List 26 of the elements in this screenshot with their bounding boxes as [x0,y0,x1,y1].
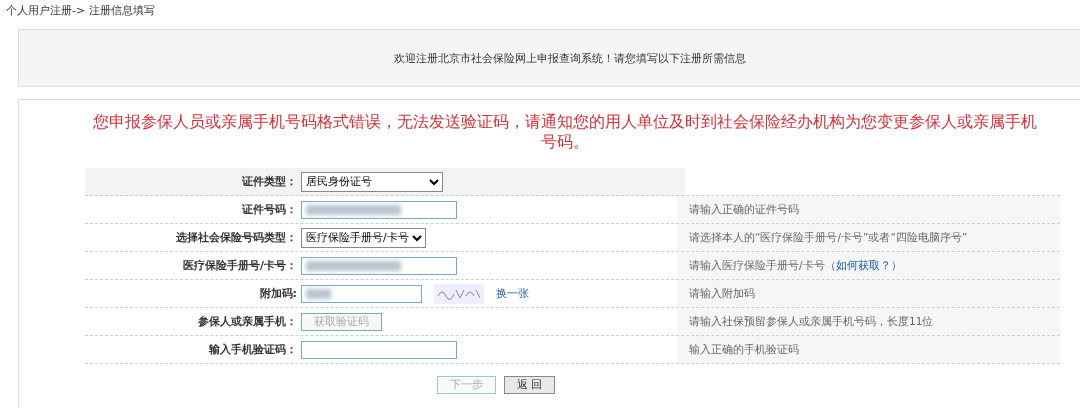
field-label: 附加码: [259,287,297,300]
refresh-link[interactable]: 换一张 [496,286,529,301]
input-field[interactable] [301,200,457,219]
hint-text: 请选择本人的“医疗保险手册号/卡号”或者“四险电脑序号” [689,230,968,245]
field-label: 参保人或亲属手机： [198,315,297,328]
field-label: 证件号码： [242,203,297,216]
back-button[interactable]: 返 回 [504,376,556,394]
input-field[interactable] [301,256,457,275]
welcome-text: 欢迎注册北京市社会保险网上申报查询系统！请您填写以下注册所需信息 [393,50,746,66]
dropdown[interactable]: 居民身份证号 [301,171,443,192]
hint-text: 请输入附加码 [689,286,755,301]
field-label: 证件类型： [242,175,297,188]
hint-text: 请输入社保预留参保人或亲属手机号码，长度11位 [689,314,934,329]
hint-text: 请输入医疗保险手册号/卡号（如何获取？） [689,258,902,273]
field-label: 选择社会保险号码类型： [176,231,297,244]
captcha-image [434,283,484,304]
field-label: 医疗保险手册号/卡号： [182,259,297,272]
hint-text: 请输入正确的证件号码 [689,202,799,217]
field-label: 输入手机验证码： [209,343,297,356]
breadcrumb: 个人用户注册-> 注册信息填写 [6,4,155,17]
input-field[interactable] [301,284,422,303]
help-link[interactable]: 如何获取？ [835,259,891,272]
error-message: 您申报参保人员或亲属手机号码格式错误，无法发送验证码，请通知您的用人单位及时到社会保险经办机构为您变更参保人或亲属手机号码。 [92,113,1037,151]
input-field[interactable] [301,340,457,359]
dropdown[interactable]: 医疗保险手册号/卡号 [301,227,426,248]
hint-text: 输入正确的手机验证码 [689,342,799,357]
